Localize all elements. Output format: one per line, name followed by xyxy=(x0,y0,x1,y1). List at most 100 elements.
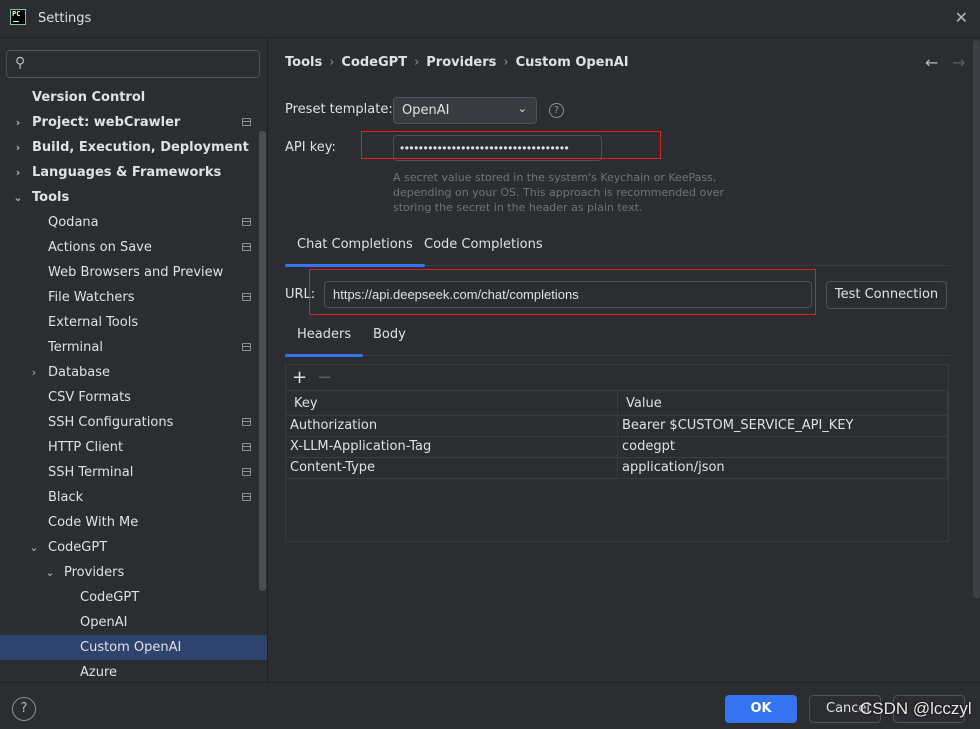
table-row[interactable]: Content-Type application/json xyxy=(286,458,948,479)
table-row[interactable]: Authorization Bearer $CUSTOM_SERVICE_API… xyxy=(286,416,948,437)
url-field[interactable] xyxy=(324,281,812,308)
project-scope-icon xyxy=(242,343,251,351)
tree-item-label: Custom OpenAI xyxy=(80,640,182,655)
request-tabs: Headers Body xyxy=(285,319,950,357)
tree-item-codegpt[interactable]: ⌄ CodeGPT xyxy=(0,535,258,560)
tab-body[interactable]: Body xyxy=(361,319,418,356)
breadcrumb-item[interactable]: CodeGPT xyxy=(341,55,407,70)
headers-table-panel: + − Key Value Authorization Bearer $CUST… xyxy=(285,364,949,542)
header-value-cell[interactable]: codegpt xyxy=(618,437,948,457)
tree-item-build[interactable]: › Build, Execution, Deployment xyxy=(0,135,258,160)
tree-item-database[interactable]: › Database xyxy=(0,360,258,385)
column-header-value[interactable]: Value xyxy=(618,391,948,415)
tree-item-label: Actions on Save xyxy=(48,240,152,255)
header-key-cell[interactable]: Authorization xyxy=(286,416,618,436)
tree-item-providers[interactable]: ⌄ Providers xyxy=(0,560,258,585)
chevron-right-icon[interactable]: › xyxy=(12,135,24,160)
tree-item-label: Azure xyxy=(80,665,118,680)
tree-item-provider-azure[interactable]: Azure xyxy=(0,660,258,682)
breadcrumb-separator: › xyxy=(503,55,509,70)
forward-arrow-icon: → xyxy=(952,53,966,72)
completion-tabs: Chat Completions Code Completions xyxy=(285,229,950,267)
api-key-label: API key: xyxy=(285,140,336,155)
header-key-cell[interactable]: X-LLM-Application-Tag xyxy=(286,437,618,457)
tree-item-code-with-me[interactable]: Code With Me xyxy=(0,510,258,535)
tree-item-csv-formats[interactable]: CSV Formats xyxy=(0,385,258,410)
add-icon[interactable]: + xyxy=(292,367,307,388)
tree-item-label: Code With Me xyxy=(48,515,139,530)
chevron-down-icon: ⌄ xyxy=(517,102,527,115)
tree-item-terminal[interactable]: Terminal xyxy=(0,335,258,360)
watermark: CSDN @lcczyl xyxy=(860,699,972,718)
chevron-right-icon[interactable]: › xyxy=(12,110,24,135)
tree-item-black[interactable]: Black xyxy=(0,485,258,510)
tree-item-qodana[interactable]: Qodana xyxy=(0,210,258,235)
title-bar: PC Settings ✕ xyxy=(0,0,980,38)
project-scope-icon xyxy=(242,493,251,501)
help-icon[interactable]: ? xyxy=(549,103,564,118)
tree-item-version-control[interactable]: Version Control xyxy=(0,85,258,110)
header-value-cell[interactable]: application/json xyxy=(618,458,948,478)
chevron-right-icon[interactable]: › xyxy=(28,360,40,385)
api-key-field[interactable] xyxy=(393,135,602,161)
tree-item-project[interactable]: › Project: webCrawler xyxy=(0,110,258,135)
chevron-down-icon[interactable]: ⌄ xyxy=(28,535,40,560)
breadcrumb-separator: › xyxy=(414,55,420,70)
url-label: URL: xyxy=(285,287,316,302)
preset-template-value: OpenAI xyxy=(402,103,450,118)
tree-item-label: Providers xyxy=(64,565,125,580)
tree-item-label: CodeGPT xyxy=(80,590,140,605)
preset-template-dropdown[interactable]: OpenAI ⌄ xyxy=(393,97,537,124)
close-icon[interactable]: ✕ xyxy=(955,8,968,27)
back-arrow-icon[interactable]: ← xyxy=(925,53,938,72)
tree-item-provider-codegpt[interactable]: CodeGPT xyxy=(0,585,258,610)
breadcrumb: Tools › CodeGPT › Providers › Custom OpenAI xyxy=(285,55,629,70)
tab-code-completions[interactable]: Code Completions xyxy=(412,229,555,266)
table-header-row: Key Value xyxy=(286,391,948,416)
tree-item-file-watchers[interactable]: File Watchers xyxy=(0,285,258,310)
breadcrumb-item: Custom OpenAI xyxy=(515,55,629,70)
dialog-footer: ? OK Cancel CSDN @lcczyl xyxy=(0,682,980,729)
content-scrollbar[interactable] xyxy=(973,40,980,598)
test-connection-button[interactable]: Test Connection xyxy=(826,281,947,309)
settings-tree: Version Control › Project: webCrawler › … xyxy=(0,85,267,682)
tree-item-http-client[interactable]: HTTP Client xyxy=(0,435,258,460)
tree-item-ssh-configurations[interactable]: SSH Configurations xyxy=(0,410,258,435)
tree-item-ssh-terminal[interactable]: SSH Terminal xyxy=(0,460,258,485)
project-scope-icon xyxy=(242,418,251,426)
tree-item-tools[interactable]: ⌄ Tools xyxy=(0,185,258,210)
sidebar-scrollbar[interactable] xyxy=(259,131,266,591)
search-icon: ⚲ xyxy=(15,55,26,71)
header-key-cell[interactable]: Content-Type xyxy=(286,458,618,478)
tab-chat-completions[interactable]: Chat Completions xyxy=(285,229,425,267)
tree-item-external-tools[interactable]: External Tools xyxy=(0,310,258,335)
project-scope-icon xyxy=(242,243,251,251)
table-row[interactable]: X-LLM-Application-Tag codegpt xyxy=(286,437,948,458)
tree-item-actions-on-save[interactable]: Actions on Save xyxy=(0,235,258,260)
tree-item-label: Version Control xyxy=(32,90,146,105)
header-value-cell[interactable]: Bearer $CUSTOM_SERVICE_API_KEY xyxy=(618,416,948,436)
tree-item-provider-custom-openai[interactable]: Custom OpenAI xyxy=(0,635,267,660)
settings-sidebar: ⚲ Version Control › Project: webCrawler … xyxy=(0,39,268,682)
search-box[interactable]: ⚲ xyxy=(6,50,260,78)
search-input[interactable] xyxy=(37,54,247,74)
chevron-right-icon[interactable]: › xyxy=(12,160,24,185)
breadcrumb-item[interactable]: Providers xyxy=(426,55,496,70)
tree-item-label: Web Browsers and Preview xyxy=(48,265,224,280)
tree-item-provider-openai[interactable]: OpenAI xyxy=(0,610,258,635)
tab-headers[interactable]: Headers xyxy=(285,319,364,357)
settings-content: Tools › CodeGPT › Providers › Custom OpenAI ← … xyxy=(269,39,980,682)
tree-item-web-browsers[interactable]: Web Browsers and Preview xyxy=(0,260,258,285)
tree-item-label: CodeGPT xyxy=(48,540,108,555)
tree-item-label: SSH Terminal xyxy=(48,465,134,480)
help-icon[interactable]: ? xyxy=(12,697,36,721)
chevron-down-icon[interactable]: ⌄ xyxy=(12,185,24,210)
breadcrumb-item[interactable]: Tools xyxy=(285,55,322,70)
column-header-key[interactable]: Key xyxy=(286,391,618,415)
chevron-down-icon[interactable]: ⌄ xyxy=(44,560,56,585)
ok-button[interactable]: OK xyxy=(725,695,797,723)
tree-item-languages[interactable]: › Languages & Frameworks xyxy=(0,160,258,185)
tree-item-label: Black xyxy=(48,490,84,505)
project-scope-icon xyxy=(242,218,251,226)
tree-item-label: External Tools xyxy=(48,315,139,330)
